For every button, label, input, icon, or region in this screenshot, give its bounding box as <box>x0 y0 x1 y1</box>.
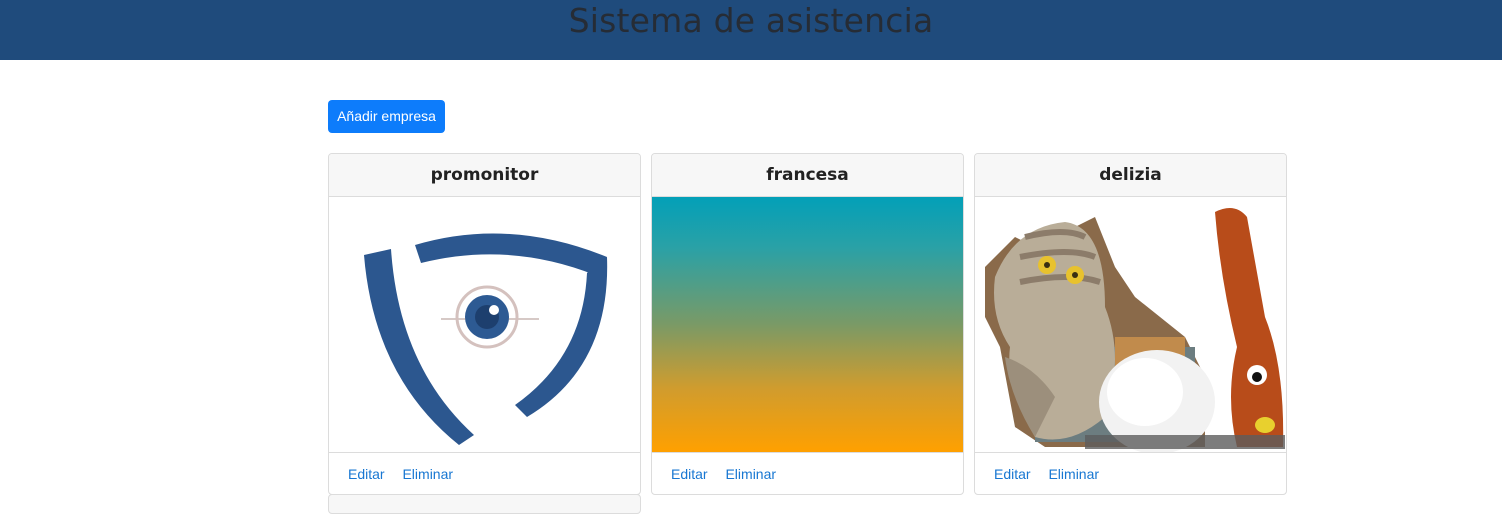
edit-link[interactable]: Editar <box>671 466 708 482</box>
company-card: promonitor Editar Eliminar <box>328 153 641 495</box>
edit-link[interactable]: Editar <box>994 466 1031 482</box>
sock-puppets-photo-icon <box>975 197 1286 452</box>
delete-link[interactable]: Eliminar <box>725 466 776 482</box>
delete-link[interactable]: Eliminar <box>402 466 453 482</box>
card-title: delizia <box>975 154 1286 197</box>
card-footer: Editar Eliminar <box>652 452 963 494</box>
company-gradient-image <box>652 197 963 452</box>
delete-link[interactable]: Eliminar <box>1048 466 1099 482</box>
company-card: francesa Editar Eliminar <box>651 153 964 495</box>
company-card: delizia Editar Eliminar <box>974 153 1287 495</box>
company-logo-image <box>329 197 640 452</box>
shield-eye-logo-icon <box>329 197 640 452</box>
next-card-partial <box>328 494 641 514</box>
gradient-fill <box>652 197 963 452</box>
edit-link[interactable]: Editar <box>348 466 385 482</box>
page-title: Sistema de asistencia <box>568 1 934 40</box>
top-header-bar: Sistema de asistencia <box>0 0 1502 60</box>
card-title: francesa <box>652 154 963 197</box>
card-footer: Editar Eliminar <box>975 452 1286 494</box>
card-footer: Editar Eliminar <box>329 452 640 494</box>
card-title: promonitor <box>329 154 640 197</box>
company-photo-image <box>975 197 1286 452</box>
add-company-button[interactable]: Añadir empresa <box>328 100 445 133</box>
